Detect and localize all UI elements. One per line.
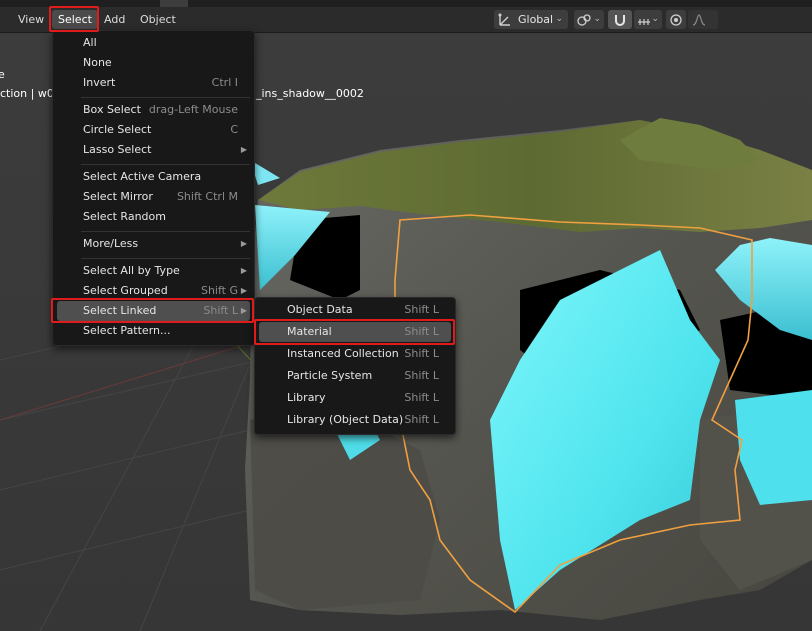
menu-item-label: None — [83, 56, 112, 69]
menu-item-select-linked[interactable]: Select Linked Shift L ▶ — [57, 301, 250, 321]
menu-item-select-random[interactable]: Select Random — [57, 207, 250, 227]
falloff-dropdown[interactable] — [688, 10, 718, 29]
menu-item-all[interactable]: All — [57, 33, 250, 53]
orientation-icon — [498, 13, 510, 26]
chevron-down-icon: ⌄ — [593, 14, 601, 24]
select-linked-submenu: Object Data Shift L Material Shift L Insta… — [254, 297, 456, 435]
submenu-arrow-icon: ▶ — [240, 306, 247, 315]
menu-divider — [81, 164, 250, 165]
menu-item-label: Select All by Type — [83, 264, 180, 277]
submenu-item-object-data[interactable]: Object Data Shift L — [259, 300, 451, 320]
menu-item-label: Select Grouped — [83, 284, 168, 297]
menu-item-shortcut: drag-Left Mouse — [148, 103, 238, 116]
menu-item-label: Select Mirror — [83, 190, 153, 203]
falloff-curve-icon — [692, 14, 706, 26]
chevron-down-icon: ⌄ — [555, 14, 563, 24]
workspace-tab-hint[interactable] — [160, 0, 188, 7]
menu-item-box-select[interactable]: Box Select drag-Left Mouse — [57, 100, 250, 120]
menu-object[interactable]: Object — [134, 10, 182, 29]
menu-item-select-mirror[interactable]: Select Mirror Shift Ctrl M — [57, 187, 250, 207]
snap-increment-icon — [638, 19, 650, 25]
submenu-item-label: Object Data — [287, 303, 353, 316]
menu-item-select-active-camera[interactable]: Select Active Camera — [57, 167, 250, 187]
menu-item-shortcut: C — [230, 123, 238, 136]
menu-item-shortcut: Shift G — [200, 284, 238, 297]
submenu-item-shortcut: Shift L — [404, 391, 439, 404]
submenu-item-material[interactable]: Material Shift L — [259, 322, 451, 342]
pivot-icon — [577, 14, 591, 26]
menu-item-select-grouped[interactable]: Select Grouped Shift G ▶ — [57, 281, 250, 301]
menu-item-label: Select Random — [83, 210, 166, 223]
pivot-point-dropdown[interactable]: ⌄ — [574, 10, 604, 29]
submenu-arrow-icon: ▶ — [240, 145, 247, 154]
menu-item-shortcut: Shift L — [203, 304, 238, 317]
menu-item-label: Select Pattern... — [83, 324, 171, 337]
menu-item-label: Select Active Camera — [83, 170, 202, 183]
menu-item-label: More/Less — [83, 237, 139, 250]
proportional-edit-icon — [670, 14, 682, 26]
submenu-item-instanced-collection[interactable]: Instanced Collection Shift L — [259, 344, 451, 364]
overlay-fragment: e — [0, 68, 5, 81]
menu-divider — [81, 231, 250, 232]
submenu-item-label: Library — [287, 391, 326, 404]
menu-item-label: All — [83, 36, 97, 49]
menu-item-label: Lasso Select — [83, 143, 152, 156]
menu-item-label: Box Select — [83, 103, 141, 116]
menu-item-invert[interactable]: Invert Ctrl I — [57, 73, 250, 93]
menu-item-none[interactable]: None — [57, 53, 250, 73]
submenu-arrow-icon: ▶ — [240, 239, 247, 248]
submenu-item-label: Particle System — [287, 369, 373, 382]
menu-item-label: Select Linked — [83, 304, 157, 317]
submenu-item-library[interactable]: Library Shift L — [259, 388, 451, 408]
submenu-item-shortcut: Shift L — [404, 347, 439, 360]
menu-item-shortcut: Shift Ctrl M — [176, 190, 238, 203]
menu-item-label: Circle Select — [83, 123, 152, 136]
submenu-item-particle-system[interactable]: Particle System Shift L — [259, 366, 451, 386]
overlay-object-name: _ins_shadow__0002 — [256, 87, 364, 100]
menu-item-circle-select[interactable]: Circle Select C — [57, 120, 250, 140]
menu-item-label: Invert — [83, 76, 116, 89]
submenu-item-label: Instanced Collection — [287, 347, 399, 360]
menu-view[interactable]: View — [12, 10, 50, 29]
menu-item-select-pattern[interactable]: Select Pattern... — [57, 321, 250, 341]
submenu-item-label: Material — [287, 325, 332, 338]
menu-item-shortcut: Ctrl I — [211, 76, 238, 89]
submenu-item-shortcut: Shift L — [404, 303, 439, 316]
menu-divider — [81, 97, 250, 98]
submenu-arrow-icon: ▶ — [240, 286, 247, 295]
chevron-down-icon: ⌄ — [651, 14, 659, 24]
submenu-item-shortcut: Shift L — [404, 325, 439, 338]
menu-item-select-all-by-type[interactable]: Select All by Type ▶ — [57, 261, 250, 281]
orientation-label: Global — [518, 13, 554, 26]
submenu-item-label: Library (Object Data) — [287, 413, 404, 426]
top-bar-strip — [0, 0, 812, 7]
submenu-item-shortcut: Shift L — [404, 369, 439, 382]
snap-toggle[interactable] — [608, 10, 632, 29]
menu-item-more-less[interactable]: More/Less ▶ — [57, 234, 250, 254]
submenu-item-shortcut: Shift L — [404, 413, 439, 426]
submenu-arrow-icon: ▶ — [240, 266, 247, 275]
menu-select[interactable]: Select — [52, 10, 98, 29]
menu-add[interactable]: Add — [98, 10, 131, 29]
proportional-edit-toggle[interactable] — [666, 10, 686, 29]
snap-target-dropdown[interactable]: ⌄ — [634, 10, 662, 29]
menu-item-lasso-select[interactable]: Lasso Select ▶ — [57, 140, 250, 160]
select-menu: All None Invert Ctrl I Box Select drag-Lef… — [52, 30, 255, 346]
menu-divider — [81, 258, 250, 259]
magnet-icon — [615, 15, 625, 26]
submenu-item-library-object-data[interactable]: Library (Object Data) Shift L — [259, 410, 451, 430]
transform-orientation-dropdown[interactable]: Global ⌄ — [494, 10, 568, 29]
